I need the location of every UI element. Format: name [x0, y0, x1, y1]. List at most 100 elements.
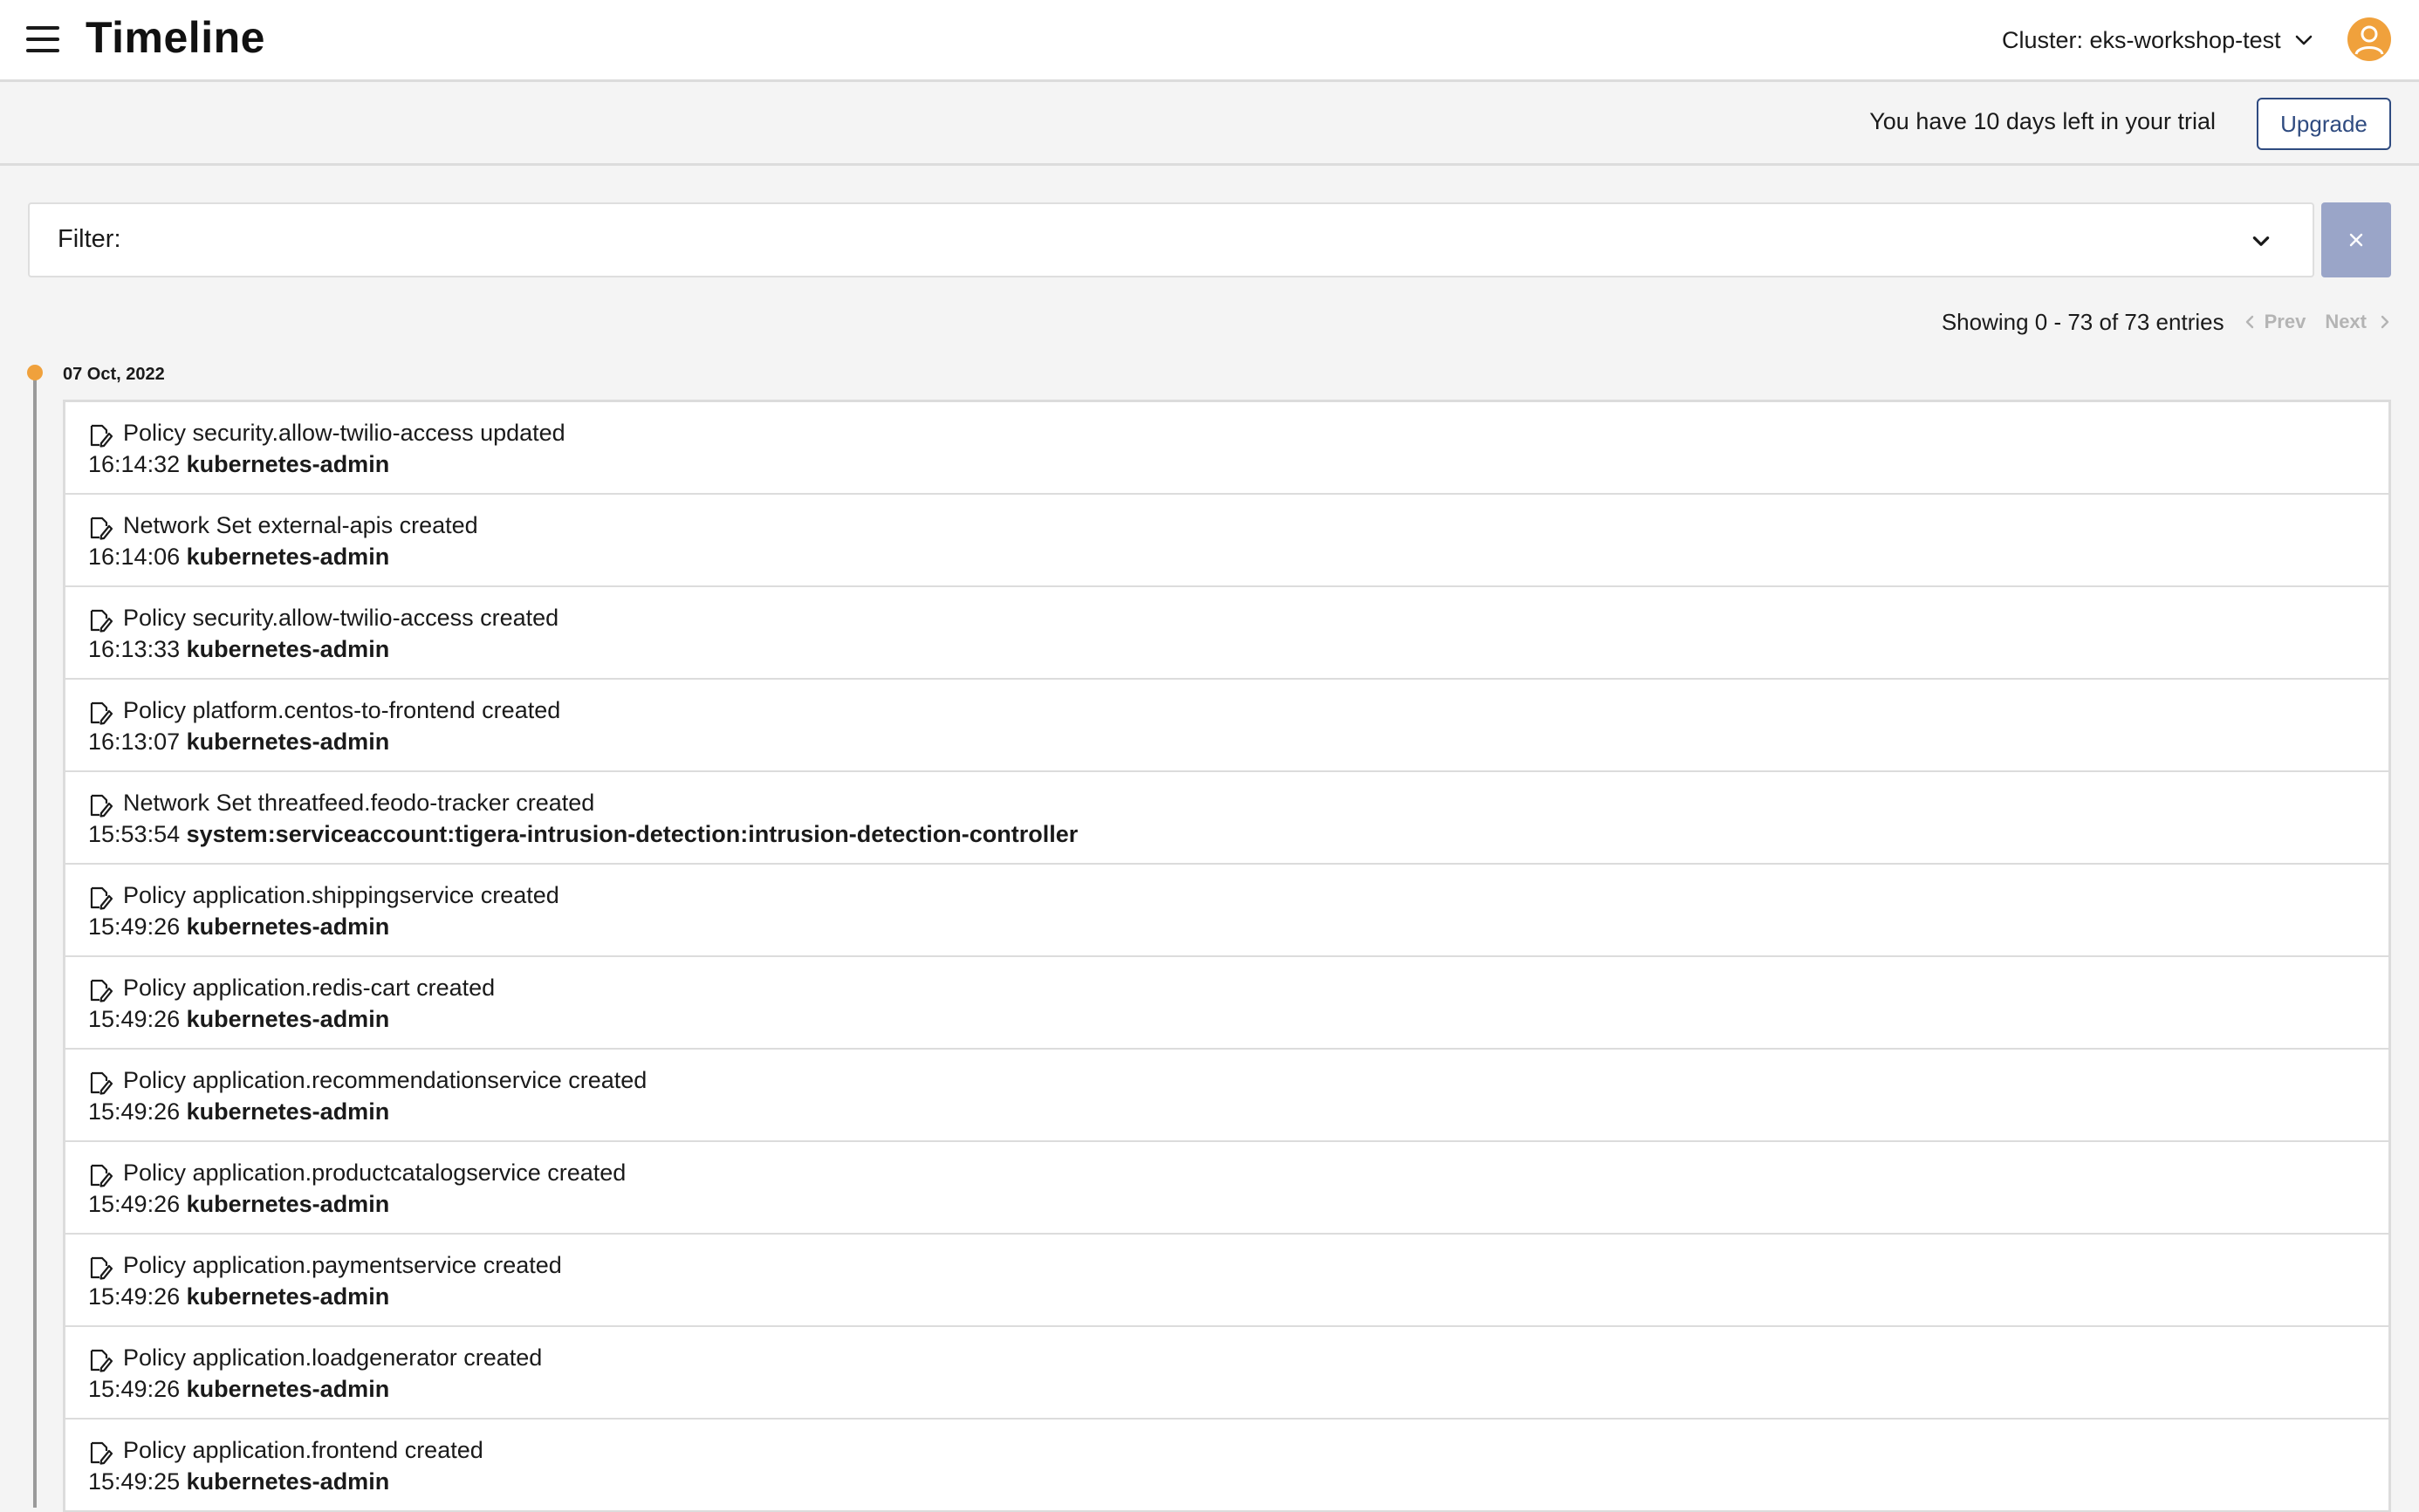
event-user: kubernetes-admin [186, 729, 390, 755]
edit-document-icon [88, 793, 113, 822]
event-time: 16:14:06 [88, 544, 181, 570]
event-user: kubernetes-admin [186, 451, 390, 477]
user-silhouette-icon [2354, 25, 2384, 55]
timeline-event[interactable]: Policy application.recommendationservice… [65, 1050, 2388, 1142]
edit-document-icon [88, 608, 113, 637]
next-label: Next [2325, 311, 2367, 332]
event-meta: 15:49:26 kubernetes-admin [88, 1376, 389, 1403]
event-title: Policy application.shippingservice creat… [123, 882, 559, 908]
event-user: kubernetes-admin [186, 1191, 390, 1217]
event-user: system:serviceaccount:tigera-intrusion-d… [186, 821, 1079, 847]
event-list: Policy security.allow-twilio-access upda… [63, 400, 2391, 1512]
timeline-dot [27, 365, 43, 380]
event-title: Policy security.allow-twilio-access crea… [123, 605, 559, 631]
event-time: 15:53:54 [88, 821, 181, 847]
hamburger-menu-icon[interactable] [26, 26, 59, 52]
event-user: kubernetes-admin [186, 1283, 390, 1310]
event-meta: 16:14:32 kubernetes-admin [88, 451, 389, 478]
event-title: Network Set threatfeed.feodo-tracker cre… [123, 790, 595, 816]
entries-summary: Showing 0 - 73 of 73 entries [1941, 308, 2224, 335]
event-meta: 15:49:26 kubernetes-admin [88, 1191, 389, 1218]
event-title: Policy application.frontend created [123, 1437, 483, 1463]
top-header: Timeline Cluster: eks-workshop-test [0, 0, 2419, 82]
edit-document-icon [88, 1255, 113, 1284]
timeline-event[interactable]: Policy application.frontend created 15:49… [65, 1420, 2388, 1512]
timeline-event[interactable]: Policy application.productcatalogservice… [65, 1142, 2388, 1235]
edit-document-icon [88, 1348, 113, 1377]
event-meta: 15:49:26 kubernetes-admin [88, 1283, 389, 1310]
chevron-left-icon [2245, 315, 2253, 329]
filter-dropdown-chevron-icon[interactable] [2250, 230, 2272, 253]
timeline-line [33, 373, 37, 1508]
timeline-date: 07 Oct, 2022 [63, 365, 165, 384]
event-user: kubernetes-admin [186, 544, 390, 570]
event-meta: 15:49:25 kubernetes-admin [88, 1468, 389, 1495]
event-title: Policy platform.centos-to-frontend creat… [123, 697, 561, 723]
page-title: Timeline [86, 13, 265, 62]
edit-document-icon [88, 423, 113, 452]
trial-message: You have 10 days left in your trial [1869, 108, 2216, 134]
event-time: 16:13:33 [88, 636, 181, 662]
event-time: 15:49:26 [88, 913, 181, 940]
edit-document-icon [88, 886, 113, 914]
filter-input[interactable]: Filter: [28, 202, 2314, 277]
event-time: 15:49:26 [88, 1191, 181, 1217]
prev-page-button[interactable]: Prev [2244, 311, 2306, 333]
filter-label: Filter: [58, 225, 121, 253]
event-time: 15:49:26 [88, 1006, 181, 1032]
event-title: Policy security.allow-twilio-access upda… [123, 420, 565, 446]
event-user: kubernetes-admin [186, 1006, 390, 1032]
event-user: kubernetes-admin [186, 913, 390, 940]
edit-document-icon [88, 1440, 113, 1469]
chevron-right-icon [2381, 315, 2389, 329]
event-meta: 15:49:26 kubernetes-admin [88, 913, 389, 941]
event-time: 16:14:32 [88, 451, 181, 477]
timeline-event[interactable]: Network Set threatfeed.feodo-tracker cre… [65, 772, 2388, 865]
event-meta: 16:13:07 kubernetes-admin [88, 729, 389, 756]
event-time: 15:49:26 [88, 1098, 181, 1125]
event-meta: 15:49:26 kubernetes-admin [88, 1006, 389, 1033]
event-time: 15:49:26 [88, 1283, 181, 1310]
event-meta: 16:13:33 kubernetes-admin [88, 636, 389, 663]
event-user: kubernetes-admin [186, 636, 390, 662]
timeline-event[interactable]: Policy application.shippingservice creat… [65, 865, 2388, 957]
event-user: kubernetes-admin [186, 1376, 390, 1402]
event-title: Network Set external-apis created [123, 512, 478, 538]
event-meta: 15:53:54 system:serviceaccount:tigera-in… [88, 821, 1078, 848]
event-title: Policy application.loadgenerator created [123, 1344, 543, 1371]
event-title: Policy application.recommendationservice… [123, 1067, 648, 1093]
timeline-event[interactable]: Policy application.redis-cart created 15:… [65, 957, 2388, 1050]
event-time: 16:13:07 [88, 729, 181, 755]
close-icon [2349, 233, 2363, 247]
edit-document-icon [88, 978, 113, 1007]
event-title: Policy application.paymentservice create… [123, 1252, 562, 1278]
event-title: Policy application.productcatalogservice… [123, 1160, 627, 1186]
chevron-down-icon [2295, 35, 2312, 45]
event-title: Policy application.redis-cart created [123, 975, 496, 1001]
prev-label: Prev [2264, 311, 2306, 332]
clear-filter-button[interactable] [2321, 202, 2391, 277]
next-page-button[interactable]: Next [2325, 311, 2391, 333]
user-avatar-icon[interactable] [2347, 17, 2391, 61]
event-time: 15:49:26 [88, 1376, 181, 1402]
trial-banner: You have 10 days left in your trial Upgr… [0, 82, 2419, 166]
timeline-event[interactable]: Policy security.allow-twilio-access upda… [65, 402, 2388, 495]
event-user: kubernetes-admin [186, 1098, 390, 1125]
timeline-event[interactable]: Policy platform.centos-to-frontend creat… [65, 680, 2388, 772]
edit-document-icon [88, 1163, 113, 1192]
cluster-label: Cluster: eks-workshop-test [2002, 26, 2281, 53]
event-meta: 16:14:06 kubernetes-admin [88, 544, 389, 571]
timeline-event[interactable]: Network Set external-apis created 16:14:0… [65, 495, 2388, 587]
timeline-event[interactable]: Policy application.paymentservice create… [65, 1235, 2388, 1327]
event-time: 15:49:25 [88, 1468, 181, 1495]
event-meta: 15:49:26 kubernetes-admin [88, 1098, 389, 1125]
pagination: Showing 0 - 73 of 73 entries Prev Next [1942, 307, 2391, 337]
timeline-event[interactable]: Policy application.loadgenerator created… [65, 1327, 2388, 1420]
edit-document-icon [88, 516, 113, 544]
cluster-selector[interactable]: Cluster: eks-workshop-test [2002, 23, 2314, 58]
event-user: kubernetes-admin [186, 1468, 390, 1495]
edit-document-icon [88, 1071, 113, 1099]
upgrade-button[interactable]: Upgrade [2257, 98, 2391, 150]
edit-document-icon [88, 701, 113, 729]
timeline-event[interactable]: Policy security.allow-twilio-access crea… [65, 587, 2388, 680]
